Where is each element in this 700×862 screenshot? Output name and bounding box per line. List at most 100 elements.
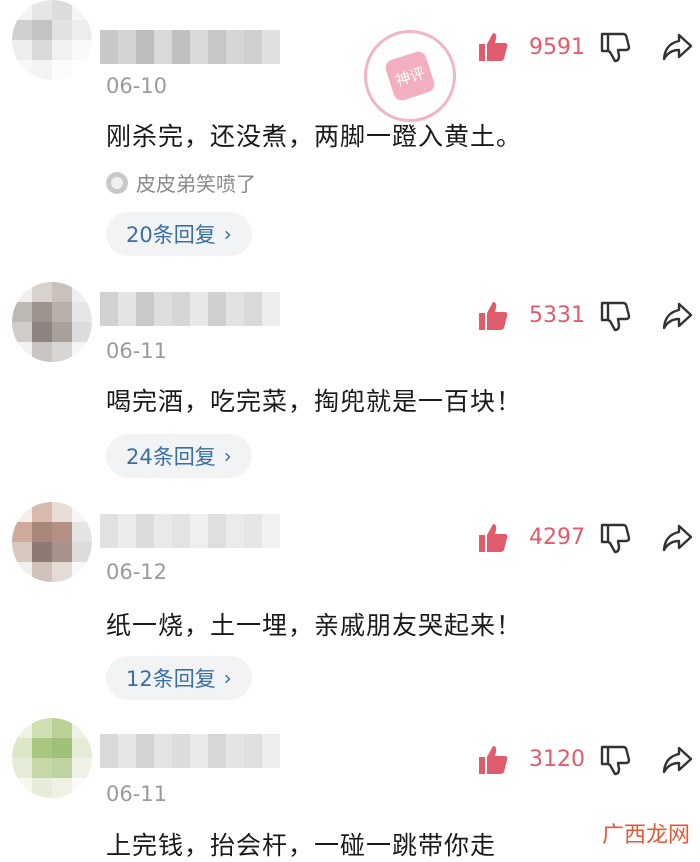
avatar-mosaic-cell bbox=[12, 758, 32, 778]
username-mosaic-cell bbox=[244, 514, 262, 548]
avatar-mosaic-cell bbox=[12, 718, 32, 738]
thumbs-down-icon[interactable] bbox=[598, 521, 632, 555]
thumbs-up-icon[interactable] bbox=[476, 743, 510, 777]
share-icon[interactable] bbox=[660, 299, 694, 333]
username-mosaic-cell bbox=[226, 734, 244, 768]
username-mosaic-cell bbox=[100, 30, 118, 64]
avatar-mosaic-cell bbox=[12, 302, 32, 322]
avatar-mosaic-cell bbox=[32, 778, 52, 798]
avatar[interactable] bbox=[12, 502, 92, 582]
username-mosaic-cell bbox=[172, 734, 190, 768]
username-mosaic-cell bbox=[244, 734, 262, 768]
avatar-mosaic-cell bbox=[12, 502, 32, 522]
thumbs-down-icon[interactable] bbox=[598, 299, 632, 333]
avatar-mosaic-cell bbox=[72, 502, 92, 522]
username-mosaic-cell bbox=[226, 30, 244, 64]
avatar-mosaic-cell bbox=[72, 282, 92, 302]
avatar-mosaic-cell bbox=[52, 342, 72, 362]
avatar[interactable] bbox=[12, 718, 92, 798]
share-icon[interactable] bbox=[660, 743, 694, 777]
replies-label: 20条回复 bbox=[126, 223, 216, 247]
view-replies-button[interactable]: 24条回复 › bbox=[106, 434, 252, 478]
thumbs-down-icon[interactable] bbox=[598, 743, 632, 777]
avatar-mosaic-cell bbox=[52, 60, 72, 80]
username-mosaic-cell bbox=[118, 514, 136, 548]
avatar-mosaic-cell bbox=[32, 758, 52, 778]
username-blurred bbox=[100, 292, 280, 326]
share-icon[interactable] bbox=[660, 30, 694, 64]
avatar-mosaic-cell bbox=[52, 562, 72, 582]
avatar-mosaic-cell bbox=[52, 718, 72, 738]
replies-label: 12条回复 bbox=[126, 667, 216, 691]
avatar-mosaic-cell bbox=[12, 282, 32, 302]
comment-date: 06-12 bbox=[106, 560, 168, 584]
avatar-mosaic-cell bbox=[12, 778, 32, 798]
reaction-row: 皮皮弟笑喷了 bbox=[106, 168, 256, 197]
username-mosaic-cell bbox=[154, 734, 172, 768]
avatar-mosaic-cell bbox=[52, 282, 72, 302]
username-mosaic-cell bbox=[154, 30, 172, 64]
avatar-mosaic-cell bbox=[72, 0, 92, 20]
username-mosaic-cell bbox=[136, 514, 154, 548]
username-mosaic-cell bbox=[118, 30, 136, 64]
username-mosaic-cell bbox=[208, 292, 226, 326]
avatar-mosaic-cell bbox=[52, 502, 72, 522]
avatar-mosaic-cell bbox=[72, 302, 92, 322]
avatar-mosaic-cell bbox=[52, 758, 72, 778]
avatar-mosaic-cell bbox=[12, 60, 32, 80]
chevron-right-icon: › bbox=[223, 666, 232, 690]
site-watermark: 广西龙网 bbox=[601, 823, 690, 848]
username-mosaic-cell bbox=[136, 30, 154, 64]
avatar-mosaic-cell bbox=[32, 282, 52, 302]
comment-text: 上完钱，抬会杆，一碰一跳带你走 bbox=[106, 831, 497, 860]
avatar-mosaic-cell bbox=[52, 778, 72, 798]
avatar-mosaic-cell bbox=[32, 562, 52, 582]
thumbs-up-icon[interactable] bbox=[476, 299, 510, 333]
avatar-mosaic-cell bbox=[32, 60, 52, 80]
replies-label: 24条回复 bbox=[126, 445, 216, 469]
avatar-mosaic-cell bbox=[72, 40, 92, 60]
username-mosaic-cell bbox=[208, 514, 226, 548]
view-replies-button[interactable]: 12条回复 › bbox=[106, 656, 252, 700]
username-mosaic-cell bbox=[262, 30, 280, 64]
avatar-mosaic-cell bbox=[52, 542, 72, 562]
username-mosaic-cell bbox=[208, 30, 226, 64]
avatar-mosaic-cell bbox=[32, 542, 52, 562]
avatar-mosaic-cell bbox=[72, 718, 92, 738]
chevron-right-icon: › bbox=[223, 222, 232, 246]
avatar-mosaic-cell bbox=[32, 342, 52, 362]
username-mosaic-cell bbox=[100, 734, 118, 768]
username-mosaic-cell bbox=[190, 734, 208, 768]
share-icon[interactable] bbox=[660, 521, 694, 555]
avatar-mosaic-cell bbox=[72, 522, 92, 542]
avatar-mosaic-cell bbox=[32, 322, 52, 342]
avatar-mosaic-cell bbox=[12, 738, 32, 758]
avatar[interactable] bbox=[12, 282, 92, 362]
username-mosaic-cell bbox=[154, 292, 172, 326]
thumbs-up-icon[interactable] bbox=[476, 521, 510, 555]
avatar-mosaic-cell bbox=[52, 20, 72, 40]
avatar[interactable] bbox=[12, 0, 92, 80]
username-mosaic-cell bbox=[118, 734, 136, 768]
username-mosaic-cell bbox=[226, 514, 244, 548]
username-mosaic-cell bbox=[190, 30, 208, 64]
like-count: 4297 bbox=[529, 525, 585, 550]
username-mosaic-cell bbox=[154, 514, 172, 548]
avatar-mosaic-cell bbox=[32, 738, 52, 758]
thumbs-down-icon[interactable] bbox=[598, 30, 632, 64]
thumbs-up-icon[interactable] bbox=[476, 30, 510, 64]
view-replies-button[interactable]: 20条回复 › bbox=[106, 212, 252, 256]
avatar-mosaic-cell bbox=[32, 522, 52, 542]
username-mosaic-cell bbox=[136, 734, 154, 768]
avatar-mosaic-cell bbox=[32, 0, 52, 20]
avatar-mosaic-cell bbox=[12, 342, 32, 362]
avatar-mosaic-cell bbox=[12, 0, 32, 20]
avatar-mosaic-cell bbox=[12, 322, 32, 342]
username-blurred bbox=[100, 30, 280, 64]
comment-date: 06-11 bbox=[106, 339, 168, 363]
avatar-mosaic-cell bbox=[52, 40, 72, 60]
comment-date: 06-10 bbox=[106, 74, 168, 98]
avatar-mosaic-cell bbox=[32, 718, 52, 738]
avatar-mosaic-cell bbox=[12, 20, 32, 40]
username-mosaic-cell bbox=[172, 292, 190, 326]
